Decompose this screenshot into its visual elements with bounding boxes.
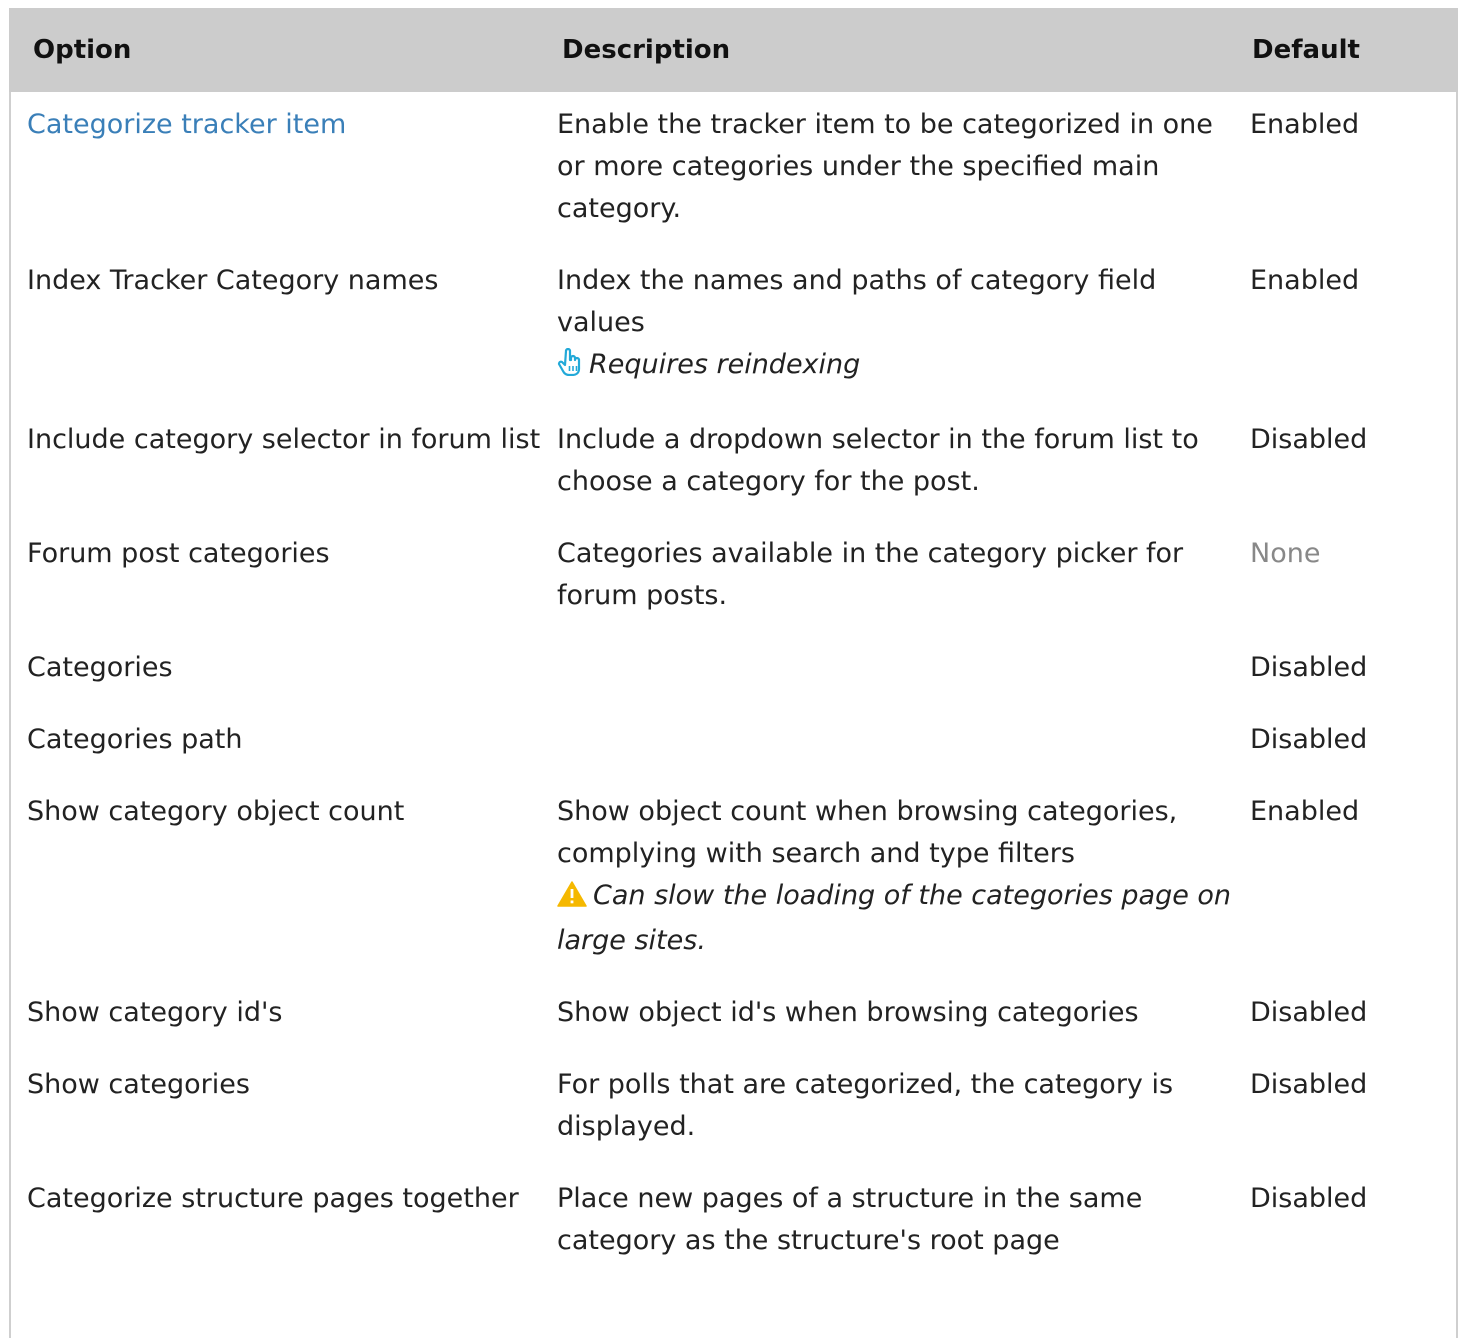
warning-icon bbox=[557, 878, 587, 920]
option-cell: Categorize structure pages together bbox=[27, 1183, 519, 1214]
description-text: Place new pages of a structure in the sa… bbox=[557, 1183, 1143, 1256]
description-cell: For polls that are categorized, the cate… bbox=[557, 1052, 1248, 1166]
description-text: For polls that are categorized, the cate… bbox=[557, 1069, 1174, 1142]
default-cell: Disabled bbox=[1250, 997, 1368, 1028]
slow-loading-warning-note: Can slow the loading of the categories p… bbox=[557, 875, 1232, 962]
default-cell: Disabled bbox=[1250, 424, 1368, 455]
default-cell: Disabled bbox=[1250, 652, 1368, 683]
table-row: Forum post categories Categories availab… bbox=[9, 521, 1458, 635]
table-row: Index Tracker Category names Index the n… bbox=[9, 248, 1458, 407]
default-cell: Enabled bbox=[1250, 109, 1360, 140]
table-row: Show categories For polls that are categ… bbox=[9, 1052, 1458, 1166]
note-text: Can slow the loading of the categories p… bbox=[557, 880, 1232, 956]
table-row: Show category id's Show object id's when… bbox=[9, 980, 1458, 1052]
description-text: Show object id's when browsing categorie… bbox=[557, 997, 1139, 1028]
option-cell: Include category selector in forum list bbox=[27, 424, 541, 455]
option-cell: Categories bbox=[27, 652, 173, 683]
option-cell: Forum post categories bbox=[27, 538, 330, 569]
description-text: Enable the tracker item to be categorize… bbox=[557, 109, 1213, 224]
preferences-table: Option Description Default Categorize tr… bbox=[9, 8, 1458, 1280]
header-description: Description bbox=[562, 35, 731, 65]
default-cell: Disabled bbox=[1250, 1069, 1368, 1100]
default-cell: Disabled bbox=[1250, 724, 1368, 755]
option-cell: Index Tracker Category names bbox=[27, 265, 439, 296]
description-cell: Show object count when browsing categori… bbox=[557, 779, 1248, 980]
description-cell bbox=[557, 707, 1248, 779]
description-text: Include a dropdown selector in the forum… bbox=[557, 424, 1199, 497]
description-text: Show object count when browsing categori… bbox=[557, 796, 1178, 869]
table-row: Categories Disabled bbox=[9, 635, 1458, 707]
description-cell: Show object id's when browsing categorie… bbox=[557, 980, 1248, 1052]
table-row: Categorize structure pages together Plac… bbox=[9, 1166, 1458, 1280]
table-row: Categories path Disabled bbox=[9, 707, 1458, 779]
default-cell: Disabled bbox=[1250, 1183, 1368, 1214]
table-row: Include category selector in forum list … bbox=[9, 407, 1458, 521]
header-default: Default bbox=[1252, 35, 1360, 65]
description-text: Categories available in the category pic… bbox=[557, 538, 1184, 611]
table-header-row: Option Description Default bbox=[9, 8, 1458, 92]
pointing-hand-icon bbox=[557, 347, 583, 389]
option-cell: Show category id's bbox=[27, 997, 283, 1028]
option-cell: Show categories bbox=[27, 1069, 250, 1100]
note-text: Requires reindexing bbox=[589, 349, 861, 380]
option-link-categorize-tracker-item[interactable]: Categorize tracker item bbox=[27, 109, 346, 140]
option-cell: Categories path bbox=[27, 724, 243, 755]
requires-reindexing-note: Requires reindexing bbox=[557, 344, 1232, 389]
description-cell: Include a dropdown selector in the forum… bbox=[557, 407, 1248, 521]
description-cell: Enable the tracker item to be categorize… bbox=[557, 92, 1248, 248]
description-cell: Categories available in the category pic… bbox=[557, 521, 1248, 635]
description-text: Index the names and paths of category fi… bbox=[557, 265, 1157, 338]
table-row: Show category object count Show object c… bbox=[9, 779, 1458, 980]
default-cell: Enabled bbox=[1250, 796, 1360, 827]
option-cell: Categorize tracker item bbox=[9, 92, 557, 248]
default-cell: None bbox=[1250, 538, 1321, 569]
table-row: Categorize tracker item Enable the track… bbox=[9, 92, 1458, 248]
description-cell: Index the names and paths of category fi… bbox=[557, 248, 1248, 407]
description-cell bbox=[557, 635, 1248, 707]
default-cell: Enabled bbox=[1250, 265, 1360, 296]
header-option: Option bbox=[33, 35, 132, 65]
description-cell: Place new pages of a structure in the sa… bbox=[557, 1166, 1248, 1280]
option-cell: Show category object count bbox=[27, 796, 405, 827]
